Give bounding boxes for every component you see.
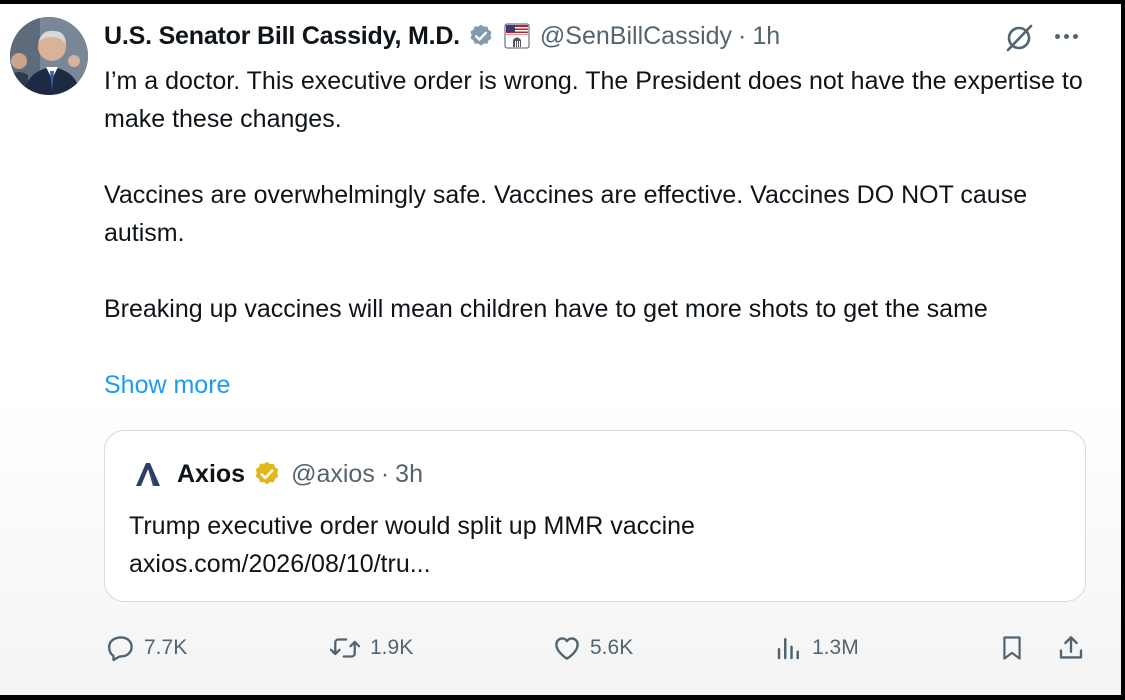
show-more-link[interactable]: Show more xyxy=(104,366,230,404)
us-capitol-flag-icon xyxy=(504,23,530,49)
quoted-post-text: Trump executive order would split up MMR… xyxy=(129,507,695,583)
repost-button[interactable]: 1.9K xyxy=(328,630,413,666)
quoted-headline: Trump executive order would split up MMR… xyxy=(129,512,695,540)
post-text: I’m a doctor. This executive order is wr… xyxy=(104,62,1094,328)
gov-verified-badge-icon[interactable] xyxy=(468,23,494,49)
separator: · xyxy=(738,21,747,50)
quoted-post-time[interactable]: 3h xyxy=(395,460,423,489)
views-count: 1.3M xyxy=(812,636,859,659)
bookmark-icon xyxy=(1003,636,1021,660)
post-paragraph: Breaking up vaccines will mean children … xyxy=(104,295,988,323)
quoted-post[interactable]: Axios @axios · 3h Trump executive order … xyxy=(104,430,1086,602)
views-button[interactable]: 1.3M xyxy=(774,630,859,666)
post-paragraph: Vaccines are overwhelmingly safe. Vaccin… xyxy=(104,181,1028,247)
avatar[interactable] xyxy=(10,17,88,95)
separator: · xyxy=(380,459,390,488)
reply-count: 7.7K xyxy=(144,636,188,659)
quoted-author-handle[interactable]: @axios xyxy=(291,460,375,489)
like-button[interactable]: 5.6K xyxy=(552,630,633,666)
reply-button[interactable]: 7.7K xyxy=(106,630,187,666)
bookmark-button[interactable] xyxy=(998,630,1026,666)
repost-icon xyxy=(329,638,361,658)
author-name[interactable]: U.S. Senator Bill Cassidy, M.D. xyxy=(104,22,460,51)
screenshot-border xyxy=(0,695,1125,700)
share-icon xyxy=(1059,636,1083,659)
reply-icon xyxy=(107,636,133,662)
gold-verified-badge-icon[interactable] xyxy=(253,460,281,488)
screenshot-border xyxy=(1121,0,1125,700)
share-button[interactable] xyxy=(1056,630,1086,666)
quoted-post-header: Axios @axios · 3h xyxy=(133,455,423,493)
post-header: U.S. Senator Bill Cassidy, M.D. @SenBill… xyxy=(104,16,780,56)
axios-logo-icon xyxy=(133,459,163,489)
views-icon xyxy=(777,638,799,660)
author-handle[interactable]: @SenBillCassidy xyxy=(540,22,732,51)
more-icon[interactable] xyxy=(1055,34,1083,44)
like-icon xyxy=(555,637,579,660)
grok-icon[interactable] xyxy=(1004,23,1034,53)
repost-count: 1.9K xyxy=(370,636,414,659)
like-count: 5.6K xyxy=(590,636,634,659)
post-time[interactable]: 1h xyxy=(752,22,780,51)
screenshot-border xyxy=(0,0,1125,4)
post-paragraph: I’m a doctor. This executive order is wr… xyxy=(104,67,1083,133)
quoted-author-name[interactable]: Axios xyxy=(177,460,245,489)
quoted-link[interactable]: axios.com/2026/08/10/tru... xyxy=(129,545,695,583)
